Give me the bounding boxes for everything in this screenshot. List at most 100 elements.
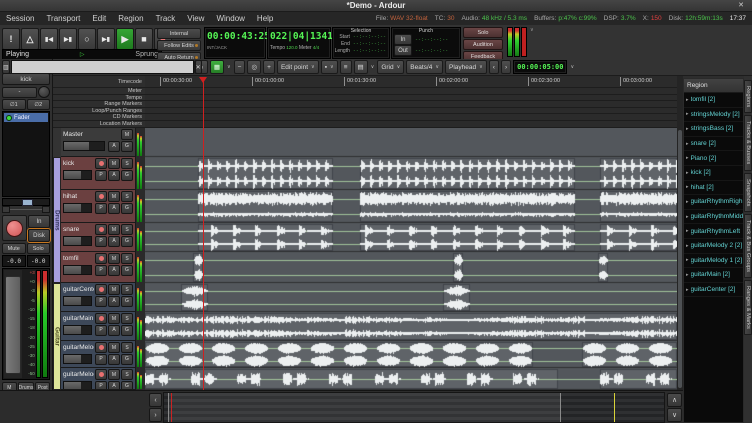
expander-icon[interactable]: ▸ [686,272,689,278]
track-a-button[interactable]: A [108,170,120,181]
monitor-disk-button[interactable]: Disk [28,229,50,242]
punch-in-button[interactable]: In [394,34,412,45]
track-a-button[interactable]: A [108,141,120,152]
track-rec-button[interactable] [95,191,107,202]
expander-icon[interactable]: ▸ [686,155,689,161]
grid-type-dropdown[interactable]: Beats/4∨ [406,60,443,74]
track-rec-button[interactable] [95,284,107,295]
track-rec-button[interactable] [95,313,107,324]
track-header-guitarmain[interactable]: guitarMainMSPAG [61,312,136,341]
track-solo-button[interactable]: S [121,369,133,380]
track-name-label[interactable]: hihat [63,193,77,200]
gain-display[interactable]: -0.0 [2,255,26,267]
edit-point-dropdown[interactable]: Edit point∨ [277,60,319,74]
option-button-follow-edits[interactable]: Follow Edits [157,40,201,51]
monitor-input-button[interactable]: In [28,215,50,228]
zoom-out-button[interactable]: − [234,60,246,74]
trim-button[interactable]: - [2,87,37,98]
note-edit-button[interactable]: ▦ [210,60,224,74]
nudge-forward-button[interactable]: › [501,60,511,74]
snap-options-button[interactable]: ▤ [354,60,368,74]
track-g-button[interactable]: G [121,236,133,247]
track-solo-button[interactable]: S [121,253,133,264]
nudge-chevron-icon[interactable]: ∨ [570,64,574,70]
track-name-label[interactable]: guitarMain [63,315,93,322]
summary-view-window[interactable] [168,393,561,422]
expander-icon[interactable]: ▸ [686,287,689,293]
solo-global-button[interactable]: Solo [463,27,503,38]
track-mute-button[interactable]: M [108,158,120,169]
track-solo-button[interactable]: S [121,342,133,353]
peak-display[interactable]: -0.0 [27,255,51,267]
track-mute-button[interactable]: M [108,369,120,380]
track-rec-button[interactable] [95,369,107,380]
expander-icon[interactable]: ▸ [686,111,689,117]
zoom-focus-dropdown[interactable]: ▪∨ [321,60,338,74]
menu-item-window[interactable]: Window [210,12,250,25]
playhead-line[interactable] [203,77,204,390]
timeline-rulers[interactable]: 00:00:30:0000:01:00:0000:01:30:0000:02:0… [145,76,677,129]
track-p-button[interactable]: P [95,236,107,247]
region-list-item[interactable]: ▸guitarRhythmLeft [684,224,743,239]
menu-item-edit[interactable]: Edit [86,12,112,25]
track-name-label[interactable]: tomfil [63,255,79,262]
track-name-label[interactable]: Master [63,131,83,138]
pan-thumb[interactable] [22,199,33,206]
track-g-button[interactable]: G [121,381,133,391]
track-a-button[interactable]: A [108,296,120,307]
track-name-label[interactable]: kick [63,160,74,167]
track-a-button[interactable]: A [108,265,120,276]
track-header-guitarmelody-2[interactable]: guitarMelody 2MSPAG [61,368,136,390]
track-g-button[interactable]: G [121,203,133,214]
track-a-button[interactable]: A [108,325,120,336]
track-rec-button[interactable] [95,342,107,353]
expander-icon[interactable]: ▸ [686,257,689,263]
track-mute-button[interactable]: M [108,284,120,295]
midi-panic-button[interactable]: ! [2,28,20,50]
sidebar-tab-regions[interactable]: Regions [744,80,752,113]
track-a-button[interactable]: A [108,203,120,214]
region-list-item[interactable]: ▸hihat [2] [684,181,743,196]
track-mute-button[interactable]: M [108,253,120,264]
phase-invert-button[interactable]: ∅1 [2,99,26,110]
ruler-band-location-markers[interactable] [145,121,677,128]
track-gain-fader[interactable] [63,141,105,151]
track-header-guitarmelody-1[interactable]: guitarMelody 1MSPAG [61,341,136,368]
track-p-button[interactable]: P [95,381,107,391]
loop-button[interactable]: ○ [78,28,96,50]
track-g-button[interactable]: G [121,141,133,152]
track-gain-fader[interactable] [63,325,92,335]
processor-box[interactable]: Fader [2,111,50,197]
track-p-button[interactable]: P [95,203,107,214]
summary-strip[interactable] [163,392,665,423]
track-gain-fader[interactable] [63,354,92,364]
summary-zoom-out-button[interactable]: ∧ [667,393,682,407]
metronome-button[interactable]: △ [21,28,39,50]
ruler-band-cd-markers[interactable] [145,114,677,121]
track-g-button[interactable]: G [121,354,133,365]
sidebar-tab-snapshots[interactable]: Snapshots [744,173,752,212]
ruler-band-timecode[interactable]: 00:00:30:0000:01:00:0000:01:30:0000:02:0… [145,76,677,88]
ruler-band-loop-punch-ranges[interactable] [145,108,677,115]
track-gain-fader[interactable] [63,170,92,180]
track-gain-fader[interactable] [63,296,92,306]
track-solo-button[interactable]: S [121,224,133,235]
track-name-label[interactable]: guitarMelody 2 [63,371,94,378]
ruler-band-range-markers[interactable] [145,101,677,108]
track-mute-button[interactable]: M [108,313,120,324]
track-name-label[interactable]: guitarMelody 1 [63,344,94,351]
sidebar-tab-ranges-marks[interactable]: Ranges & Marks [744,280,752,335]
strip-name-entry[interactable] [11,60,194,74]
track-g-button[interactable]: G [121,170,133,181]
menu-item-help[interactable]: Help [251,12,279,25]
trim-knob[interactable] [38,86,50,98]
tools-chevron-icon[interactable]: ∨ [227,64,231,70]
track-rec-button[interactable] [95,253,107,264]
stop-button[interactable]: ■ [135,28,153,50]
nudge-back-button[interactable]: ‹ [489,60,499,74]
region-list-item[interactable]: ▸snare [2] [684,137,743,152]
ruler-band-meter[interactable] [145,88,677,95]
track-name-label[interactable]: snare [63,226,79,233]
strip-menu-icon[interactable]: ▥ [2,60,10,74]
track-g-button[interactable]: G [121,296,133,307]
